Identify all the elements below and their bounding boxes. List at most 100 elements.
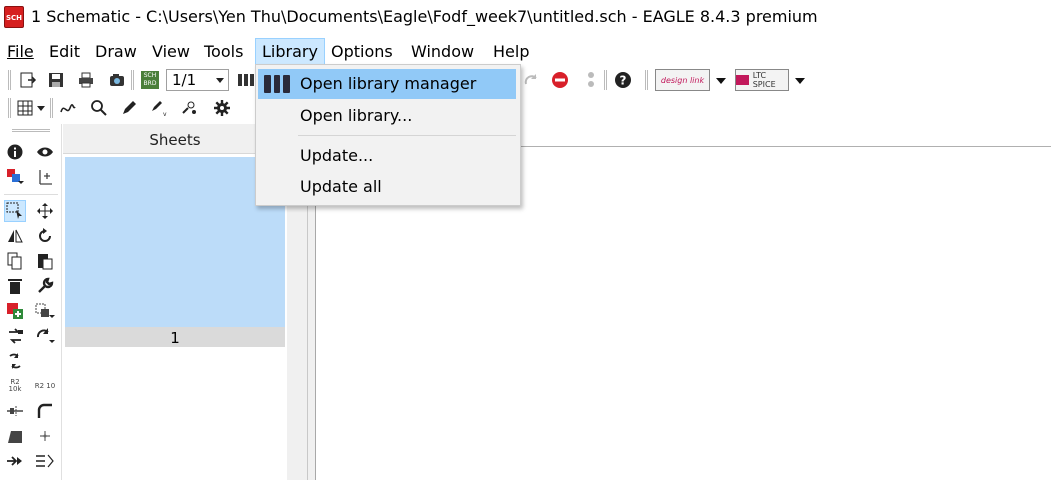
save-icon[interactable] <box>45 69 67 91</box>
cam-processor-icon[interactable] <box>106 69 128 91</box>
open-icon[interactable] <box>17 69 39 91</box>
sheet-thumbnail[interactable] <box>65 157 285 327</box>
divider <box>4 194 58 195</box>
eagle-schematic-icon: SCH <box>4 6 24 28</box>
toolbar-grip[interactable] <box>8 98 11 118</box>
pen-icon[interactable] <box>118 97 140 119</box>
menu-open-library-label: Open library... <box>300 106 413 125</box>
net-class-icon[interactable] <box>178 97 200 119</box>
window-title: 1 Schematic - C:\Users\Yen Thu\Documents… <box>31 7 818 26</box>
delete-trash-icon[interactable] <box>4 275 26 297</box>
menu-open-library[interactable]: Open library... <box>258 101 516 131</box>
split-icon[interactable] <box>4 400 26 422</box>
menu-edit[interactable]: Edit <box>43 38 86 66</box>
menu-bar: File Edit Draw View Tools Library Option… <box>0 36 1051 66</box>
ltspice-button[interactable]: LTC SPICE <box>735 69 789 91</box>
menu-file[interactable]: File <box>1 38 40 66</box>
invoke-icon[interactable] <box>4 350 26 372</box>
print-icon[interactable] <box>75 69 97 91</box>
menu-draw-label: Draw <box>95 42 137 61</box>
smash-icon[interactable] <box>34 425 56 447</box>
main-toolbar: SCH BRD 1/1 ? design link LTC SPICE <box>0 66 1051 94</box>
rotate-icon[interactable] <box>34 225 56 247</box>
grid-icon[interactable] <box>14 97 36 119</box>
mirror-icon[interactable] <box>4 225 26 247</box>
design-link-button[interactable]: design link <box>655 69 710 91</box>
menu-window-label: Window <box>411 42 475 61</box>
gear-icon[interactable] <box>211 97 233 119</box>
ltspice-logo-icon <box>736 75 749 85</box>
stop-icon[interactable] <box>549 69 571 91</box>
toolbar-grip[interactable] <box>50 98 53 118</box>
menu-help[interactable]: Help <box>487 38 535 66</box>
library-small-icon[interactable] <box>235 69 257 91</box>
menu-window[interactable]: Window <box>405 38 480 66</box>
sheet-number[interactable]: 1 <box>65 327 285 347</box>
design-link-label: design link <box>660 75 705 85</box>
move-icon[interactable] <box>34 200 56 222</box>
menu-tools[interactable]: Tools <box>198 38 249 66</box>
menu-library-label: Library <box>262 42 318 61</box>
menu-file-label: File <box>7 42 34 61</box>
replace-part-icon[interactable] <box>34 300 56 322</box>
copy-icon[interactable] <box>4 250 26 272</box>
add-part-icon[interactable] <box>4 300 26 322</box>
toolbar-grip[interactable] <box>645 70 648 90</box>
optimize-icon[interactable] <box>4 425 26 447</box>
menu-options[interactable]: Options <box>325 38 399 66</box>
menu-options-label: Options <box>331 42 393 61</box>
library-menu: Open library manager Open library... Upd… <box>255 64 521 206</box>
toolbar-grip[interactable] <box>8 70 11 90</box>
miter-icon[interactable] <box>34 400 56 422</box>
ltspice-label: LTC SPICE <box>752 71 776 89</box>
menu-view[interactable]: View <box>146 38 196 66</box>
toolbar-grip[interactable] <box>12 129 50 132</box>
svg-text:?: ? <box>620 74 627 88</box>
menu-draw[interactable]: Draw <box>89 38 143 66</box>
name-value-label: R2 10k <box>8 378 22 393</box>
select-group-icon[interactable] <box>4 200 26 222</box>
parameter-toolbar: v <box>0 94 1051 122</box>
show-eye-icon[interactable] <box>34 141 56 163</box>
menu-library[interactable]: Library <box>255 38 325 66</box>
toolbar-grip[interactable] <box>604 70 607 90</box>
menu-open-library-manager[interactable]: Open library manager <box>258 69 516 99</box>
info-icon[interactable] <box>4 141 26 163</box>
chevron-down-icon[interactable] <box>716 78 726 84</box>
help-icon[interactable]: ? <box>612 69 634 91</box>
display-layers-icon[interactable] <box>4 166 26 188</box>
text-align-icon[interactable] <box>34 450 56 472</box>
sch-brd-switch-icon[interactable]: SCH BRD <box>139 69 161 91</box>
chevron-down-icon[interactable] <box>36 97 46 119</box>
menu-update[interactable]: Update... <box>258 141 516 171</box>
menu-view-label: View <box>152 42 190 61</box>
title-bar: SCH 1 Schematic - C:\Users\Yen Thu\Docum… <box>0 0 1051 36</box>
attribute-icon[interactable] <box>4 450 26 472</box>
value-dropdown-icon[interactable]: R2 10 <box>34 375 56 397</box>
pen-v-icon[interactable]: v <box>148 97 170 119</box>
go-icon[interactable] <box>580 69 602 91</box>
menu-tools-label: Tools <box>204 42 244 61</box>
sheet-select[interactable]: 1/1 <box>166 69 229 91</box>
wrench-icon[interactable] <box>34 275 56 297</box>
paste-icon[interactable] <box>34 250 56 272</box>
pinswap-icon[interactable] <box>34 325 56 347</box>
value-dropdown-label: R2 10 <box>34 381 56 390</box>
name-value-icon[interactable]: R2 10k <box>4 375 26 397</box>
library-books-icon <box>264 75 291 93</box>
sch-brd-label: SCH BRD <box>141 71 159 89</box>
zoom-icon[interactable] <box>88 97 110 119</box>
chevron-down-icon <box>216 78 224 83</box>
net-icon[interactable] <box>57 97 79 119</box>
menu-separator <box>298 135 516 136</box>
sheet-select-value: 1/1 <box>172 71 197 89</box>
svg-text:v: v <box>163 111 167 117</box>
chevron-down-icon[interactable] <box>795 78 805 84</box>
menu-update-all[interactable]: Update all <box>258 172 516 202</box>
menu-open-library-manager-label: Open library manager <box>300 74 477 93</box>
redo-icon[interactable] <box>520 69 542 91</box>
mark-origin-icon[interactable] <box>34 166 56 188</box>
swap-gate-icon[interactable] <box>4 325 26 347</box>
menu-edit-label: Edit <box>49 42 80 61</box>
toolbar-grip[interactable] <box>131 70 134 90</box>
